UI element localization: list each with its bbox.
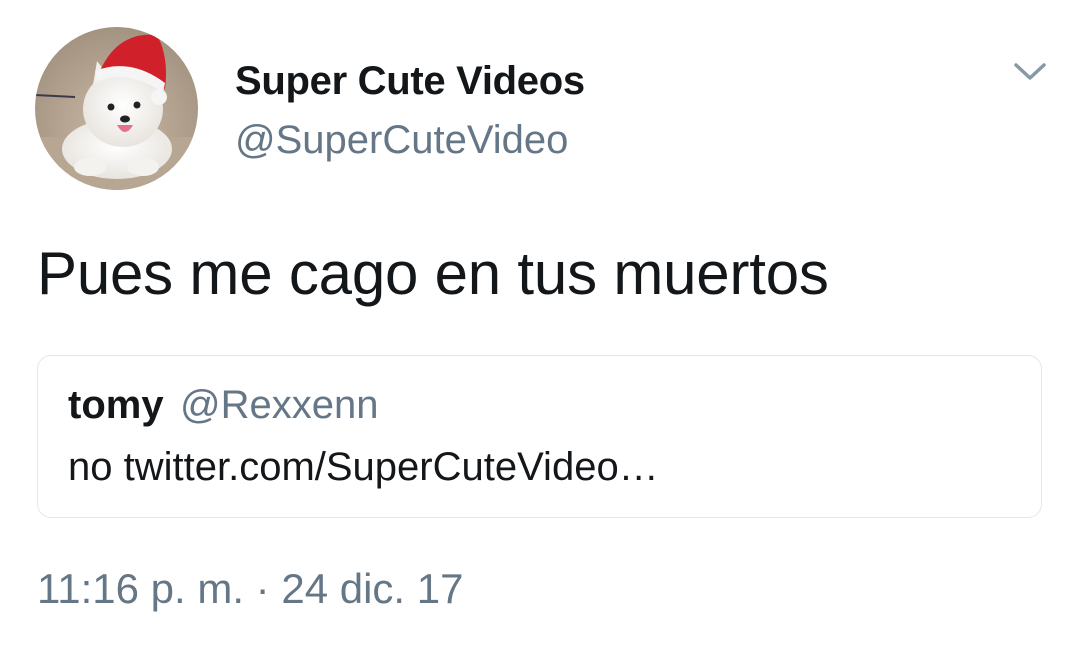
quoted-tweet-card[interactable]: tomy @Rexxenn no twitter.com/SuperCuteVi… (37, 355, 1042, 518)
quoted-tweet-text: no twitter.com/SuperCuteVideo… (68, 445, 659, 489)
author-handle[interactable]: @SuperCuteVideo (235, 117, 568, 163)
tweet: Super Cute Videos @SuperCuteVideo Pues m… (0, 0, 1080, 649)
tweet-text: Pues me cago en tus muertos (37, 240, 829, 307)
tweet-timestamp[interactable]: 11:16 p. m. · 24 dic. 17 (37, 565, 463, 613)
avatar[interactable] (35, 27, 198, 190)
puppy-avatar-icon (35, 27, 198, 190)
quoted-tweet-handle: @Rexxenn (180, 383, 379, 427)
chevron-down-icon[interactable] (1010, 56, 1050, 86)
quoted-tweet-display-name: tomy (68, 383, 164, 427)
author-display-name[interactable]: Super Cute Videos (235, 58, 585, 104)
